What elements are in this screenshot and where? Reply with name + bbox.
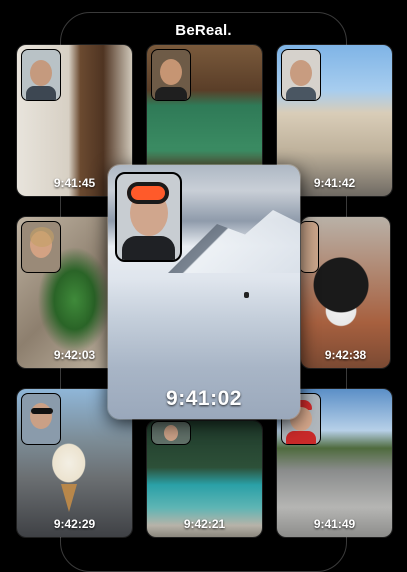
- selfie-thumbnail: [21, 221, 61, 273]
- selfie-thumbnail[interactable]: [115, 172, 182, 262]
- post-time: 9:41:49: [313, 517, 356, 531]
- snowboarder: [244, 292, 249, 298]
- post-time: 9:42:21: [183, 517, 226, 531]
- post-card[interactable]: 9:42:21: [146, 420, 263, 538]
- post-time: 9:42:29: [53, 517, 96, 531]
- post-card[interactable]: 9:42:38: [300, 216, 391, 369]
- selfie-thumbnail: [21, 49, 61, 101]
- featured-time: 9:41:02: [166, 387, 242, 410]
- selfie-thumbnail: [301, 221, 319, 273]
- selfie-thumbnail: [21, 393, 61, 445]
- post-time: 9:42:38: [324, 348, 367, 362]
- featured-post[interactable]: 9:41:02: [108, 165, 300, 419]
- app-title: BeReal.: [175, 22, 232, 39]
- selfie-thumbnail: [151, 421, 191, 445]
- selfie-thumbnail: [151, 49, 191, 101]
- selfie-thumbnail: [281, 49, 321, 101]
